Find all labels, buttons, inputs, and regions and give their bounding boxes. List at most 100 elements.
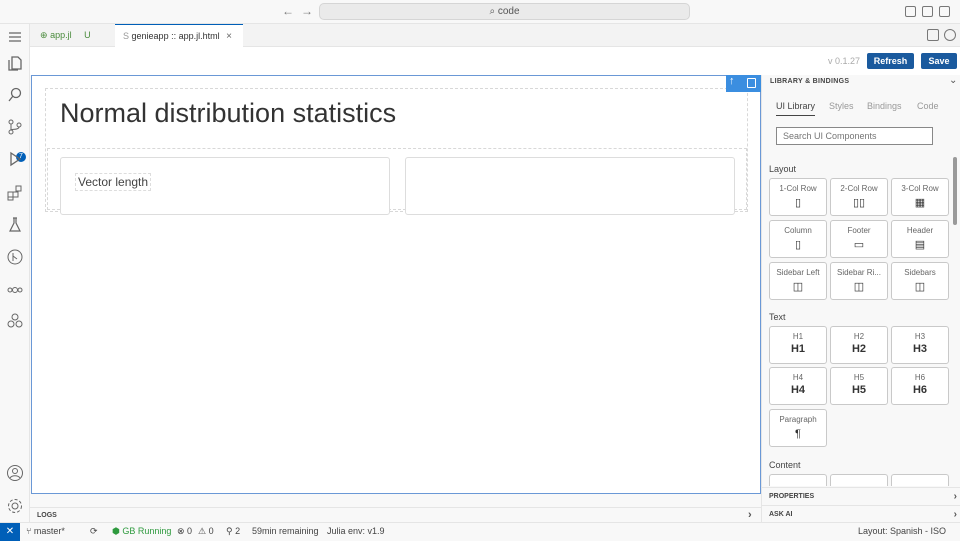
toggle-secondary-sidebar-icon[interactable] (939, 6, 950, 17)
component-2-col-row[interactable]: 2-Col Row ▯▯ (830, 178, 888, 216)
toggle-sidebar-icon[interactable] (905, 6, 916, 17)
component-label: 1-Col Row (779, 184, 817, 193)
branch-indicator[interactable]: ⑂ master* (26, 526, 65, 536)
split-editor-icon[interactable] (927, 29, 939, 41)
component-paragraph[interactable]: Paragraph ¶ (769, 409, 827, 447)
run-debug-icon[interactable] (6, 150, 24, 168)
component-header[interactable]: Header ▤ (891, 220, 949, 258)
page-container[interactable]: Normal distribution statistics Vector le… (45, 88, 748, 215)
footer-icon: ▭ (853, 239, 865, 251)
back-arrow-icon[interactable]: ← (282, 4, 294, 18)
refresh-button[interactable]: Refresh (867, 53, 914, 69)
tab-genieapp-html[interactable]: S genieapp :: app.jl.html × (115, 24, 243, 47)
component-label: H2 (853, 332, 865, 341)
component-h1[interactable]: H1 H1 (769, 326, 827, 364)
warnings-count[interactable]: ⚠ 0 (198, 526, 214, 537)
component-h6[interactable]: H6 H6 (891, 367, 949, 405)
julia-icon[interactable] (6, 280, 24, 298)
component-label: 3-Col Row (901, 184, 939, 193)
search-icon: ⌕ (489, 6, 496, 17)
forward-arrow-icon[interactable]: → (301, 4, 313, 18)
logs-panel[interactable]: LOGS › (30, 507, 761, 522)
component-h3[interactable]: H3 H3 (891, 326, 949, 364)
component-h5[interactable]: H5 H5 (830, 367, 888, 405)
errors-count[interactable]: ⊗ 0 (177, 526, 192, 537)
editor-toolbar (30, 47, 960, 75)
design-canvas[interactable]: Normal distribution statistics Vector le… (31, 75, 761, 494)
component-h4[interactable]: H4 H4 (769, 367, 827, 405)
sync-icon[interactable]: ⟳ (90, 526, 98, 537)
component-h2[interactable]: H2 H2 (830, 326, 888, 364)
search-components-input[interactable] (776, 127, 933, 145)
component-3-col-row[interactable]: 3-Col Row ▦ (891, 178, 949, 216)
testing-icon[interactable] (6, 216, 24, 234)
component-sidebar-right[interactable]: Sidebar Ri... ◫ (830, 262, 888, 300)
copy-icon[interactable] (747, 78, 756, 88)
genie-file-icon: S (123, 31, 130, 41)
keyboard-layout[interactable]: Layout: Spanish - ISO (858, 526, 946, 536)
command-center[interactable]: ⌕ code (319, 3, 690, 20)
menu-icon[interactable] (6, 28, 24, 46)
gb-running-status[interactable]: ⬢ GB Running (112, 526, 171, 537)
content-item-partial[interactable] (769, 474, 827, 486)
remote-indicator-icon[interactable]: ✕ (0, 523, 20, 541)
ports-indicator[interactable]: ⚲ 2 (226, 526, 240, 537)
toggle-panel-icon[interactable] (922, 6, 933, 17)
component-column[interactable]: Column ▯ (769, 220, 827, 258)
component-1-col-row[interactable]: 1-Col Row ▯ (769, 178, 827, 216)
chevron-right-icon[interactable]: › (748, 508, 752, 523)
ask-ai-section[interactable]: ASK AI › (762, 505, 960, 522)
h5-preview: H5 (851, 384, 867, 396)
content-item-partial[interactable] (830, 474, 888, 486)
panel-header: LIBRARY & BINDINGS (770, 78, 850, 85)
tab-ui-library[interactable]: UI Library (776, 101, 816, 116)
branch-icon: ⑂ (26, 526, 34, 536)
chevron-down-icon[interactable]: ⌄ (949, 75, 957, 86)
column-card-left[interactable]: Vector length (60, 157, 390, 215)
component-footer[interactable]: Footer ▭ (830, 220, 888, 258)
account-icon[interactable] (6, 464, 24, 482)
vector-length-label[interactable]: Vector length (75, 173, 152, 191)
component-label: H5 (853, 373, 865, 382)
genie-icon[interactable] (6, 312, 24, 330)
tab-bindings[interactable]: Bindings (867, 101, 902, 111)
genie-preview-icon[interactable] (944, 29, 956, 41)
content-item-partial[interactable] (891, 474, 949, 486)
tab-app-jl[interactable]: ⊕ app.jl U (32, 24, 112, 47)
h2-preview: H2 (851, 343, 867, 355)
git-graph-icon[interactable] (6, 248, 24, 266)
remaining-time[interactable]: 59min remaining (252, 526, 319, 536)
tab-code[interactable]: Code (917, 101, 939, 111)
sidebar-right-icon: ◫ (853, 281, 865, 293)
branch-label: master* (33, 526, 65, 536)
ask-ai-label: ASK AI (769, 511, 793, 518)
close-icon[interactable]: × (226, 31, 232, 42)
julia-env[interactable]: Julia env: v1.9 (327, 526, 385, 536)
julia-file-icon: ⊕ (40, 30, 48, 40)
tab-label: app.jl (50, 30, 72, 40)
tab-styles[interactable]: Styles (829, 101, 854, 111)
extensions-icon[interactable] (6, 184, 24, 202)
settings-icon[interactable] (6, 497, 24, 515)
source-control-icon[interactable] (6, 118, 24, 136)
panel-scrollbar[interactable] (953, 157, 957, 225)
canvas-actions: ↑ (726, 75, 761, 92)
explorer-icon[interactable] (6, 54, 24, 72)
component-label: H4 (792, 373, 804, 382)
section-content: Content (769, 460, 801, 470)
component-sidebars[interactable]: Sidebars ◫ (891, 262, 949, 300)
search-icon[interactable] (6, 86, 24, 104)
sidebar-left-icon: ◫ (792, 281, 804, 293)
move-up-icon[interactable]: ↑ (729, 75, 735, 87)
tab-label: genieapp :: app.jl.html (131, 31, 220, 41)
three-col-icon: ▦ (914, 197, 926, 209)
row-container[interactable]: Vector length (47, 148, 747, 215)
save-button[interactable]: Save (921, 53, 957, 69)
version-label: v 0.1.27 (828, 56, 861, 66)
ports-icon: ⚲ (226, 526, 236, 536)
component-sidebar-left[interactable]: Sidebar Left ◫ (769, 262, 827, 300)
properties-section[interactable]: PROPERTIES › (762, 487, 960, 504)
ports-count: 2 (235, 526, 241, 536)
column-card-right[interactable] (405, 157, 735, 215)
page-title[interactable]: Normal distribution statistics (60, 98, 396, 129)
